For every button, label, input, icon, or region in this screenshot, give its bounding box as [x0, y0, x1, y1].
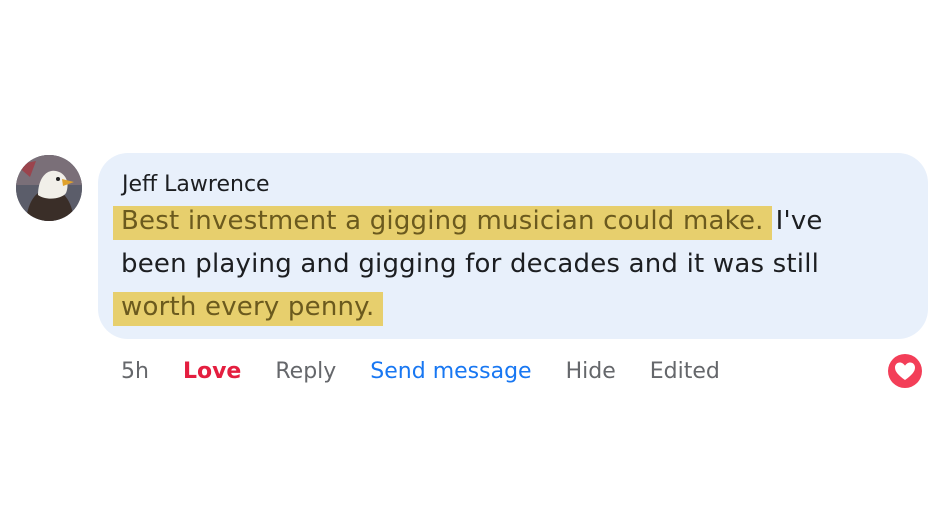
comment-line: worth every penny. — [113, 286, 913, 329]
comment-text: I've — [775, 206, 823, 236]
hide-button[interactable]: Hide — [566, 357, 616, 387]
comment-author[interactable]: Jeff Lawrence — [122, 171, 270, 199]
send-message-button[interactable]: Send message — [370, 357, 531, 387]
comment-line: been playing and gigging for decades and… — [113, 243, 913, 286]
reaction-badge[interactable] — [885, 351, 925, 391]
avatar[interactable] — [16, 155, 82, 221]
eagle-avatar — [16, 155, 82, 221]
comment-body: Best investment a gigging musician could… — [113, 200, 913, 329]
highlighted-text: Best investment a gigging musician could… — [113, 206, 772, 240]
heart-icon — [886, 352, 924, 390]
reply-button[interactable]: Reply — [275, 357, 336, 387]
love-reaction-button[interactable]: Love — [183, 357, 241, 387]
comment-actions: 5h Love Reply Send message Hide Edited — [121, 357, 754, 387]
comment-line: Best investment a gigging musician could… — [113, 200, 913, 243]
comment-text: been playing and gigging for decades and… — [121, 249, 820, 279]
timestamp[interactable]: 5h — [121, 357, 149, 387]
highlighted-text: worth every penny. — [113, 292, 383, 326]
edited-label[interactable]: Edited — [650, 357, 720, 387]
